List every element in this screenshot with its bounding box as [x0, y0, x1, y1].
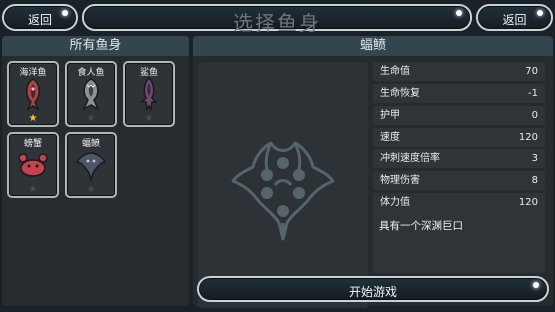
stat-row: 护甲 0 — [373, 106, 545, 125]
manta-ray-icon — [75, 152, 107, 183]
fish-preview — [198, 62, 368, 308]
fish-body-list-panel: 所有鱼身 海洋鱼 ★ 食人鱼 ★ 鲨鱼 ★ 螃蟹 ★ 蝠鲼 ★ — [2, 36, 189, 306]
selected-fish-title: 蝠鲼 — [193, 36, 553, 56]
stat-label: 生命恢复 — [380, 88, 420, 99]
stat-value: 8 — [531, 175, 538, 186]
fish-card-crab[interactable]: 螃蟹 ★ — [7, 132, 59, 198]
fish-card-piranha[interactable]: 食人鱼 ★ — [65, 61, 117, 127]
stat-row: 生命恢复 -1 — [373, 84, 545, 103]
back-button-right[interactable]: 返回 — [476, 4, 553, 31]
start-game-button[interactable]: 开始游戏 — [197, 276, 549, 302]
stat-label: 体力值 — [380, 197, 410, 208]
star-icon: ★ — [28, 184, 38, 195]
shine-icon — [456, 10, 462, 16]
stat-row: 速度 120 — [373, 128, 545, 147]
stat-value: -1 — [528, 88, 538, 99]
stat-value: 3 — [531, 153, 538, 164]
stat-value: 70 — [525, 66, 538, 77]
fish-body-detail-panel: 蝠鲼 生命值 70 生命恢复 -1 护甲 0 速度 120 冲刺速度倍率 3 物… — [193, 36, 553, 308]
stat-row: 生命值 70 — [373, 62, 545, 81]
shark-icon — [140, 76, 158, 112]
stat-row: 体力值 120 — [373, 193, 545, 212]
stat-value: 120 — [518, 197, 538, 208]
manta-ray-outline-icon — [231, 141, 335, 241]
fish-card-shark[interactable]: 鲨鱼 ★ — [123, 61, 175, 127]
fish-description: 具有一个深渊巨口 — [373, 212, 545, 273]
fish-body-list-title: 所有鱼身 — [2, 36, 189, 56]
stat-label: 护甲 — [380, 110, 400, 121]
shine-icon — [62, 10, 68, 16]
shine-icon — [533, 282, 539, 288]
stat-value: 0 — [531, 110, 538, 121]
piranha-icon — [82, 78, 100, 111]
back-button-left[interactable]: 返回 — [2, 4, 78, 31]
start-game-label: 开始游戏 — [348, 285, 397, 299]
stat-label: 速度 — [380, 132, 400, 143]
page-title: 选择鱼身 — [233, 11, 321, 35]
stat-value: 120 — [518, 132, 538, 143]
shine-icon — [537, 10, 543, 16]
fish-card-ocean[interactable]: 海洋鱼 ★ — [7, 61, 59, 127]
star-icon: ★ — [28, 113, 38, 124]
fish-card-manta-ray[interactable]: 蝠鲼 ★ — [65, 132, 117, 198]
stat-label: 冲刺速度倍率 — [380, 153, 440, 164]
star-icon: ★ — [144, 113, 154, 124]
stat-row: 冲刺速度倍率 3 — [373, 149, 545, 168]
star-icon: ★ — [86, 113, 96, 124]
stat-row: 物理伤害 8 — [373, 171, 545, 190]
title-bar: 选择鱼身 — [82, 4, 472, 35]
ocean-fish-icon — [26, 78, 40, 111]
stat-label: 物理伤害 — [380, 175, 420, 186]
crab-icon — [18, 153, 48, 177]
stat-label: 生命值 — [380, 66, 410, 77]
star-icon: ★ — [86, 184, 96, 195]
